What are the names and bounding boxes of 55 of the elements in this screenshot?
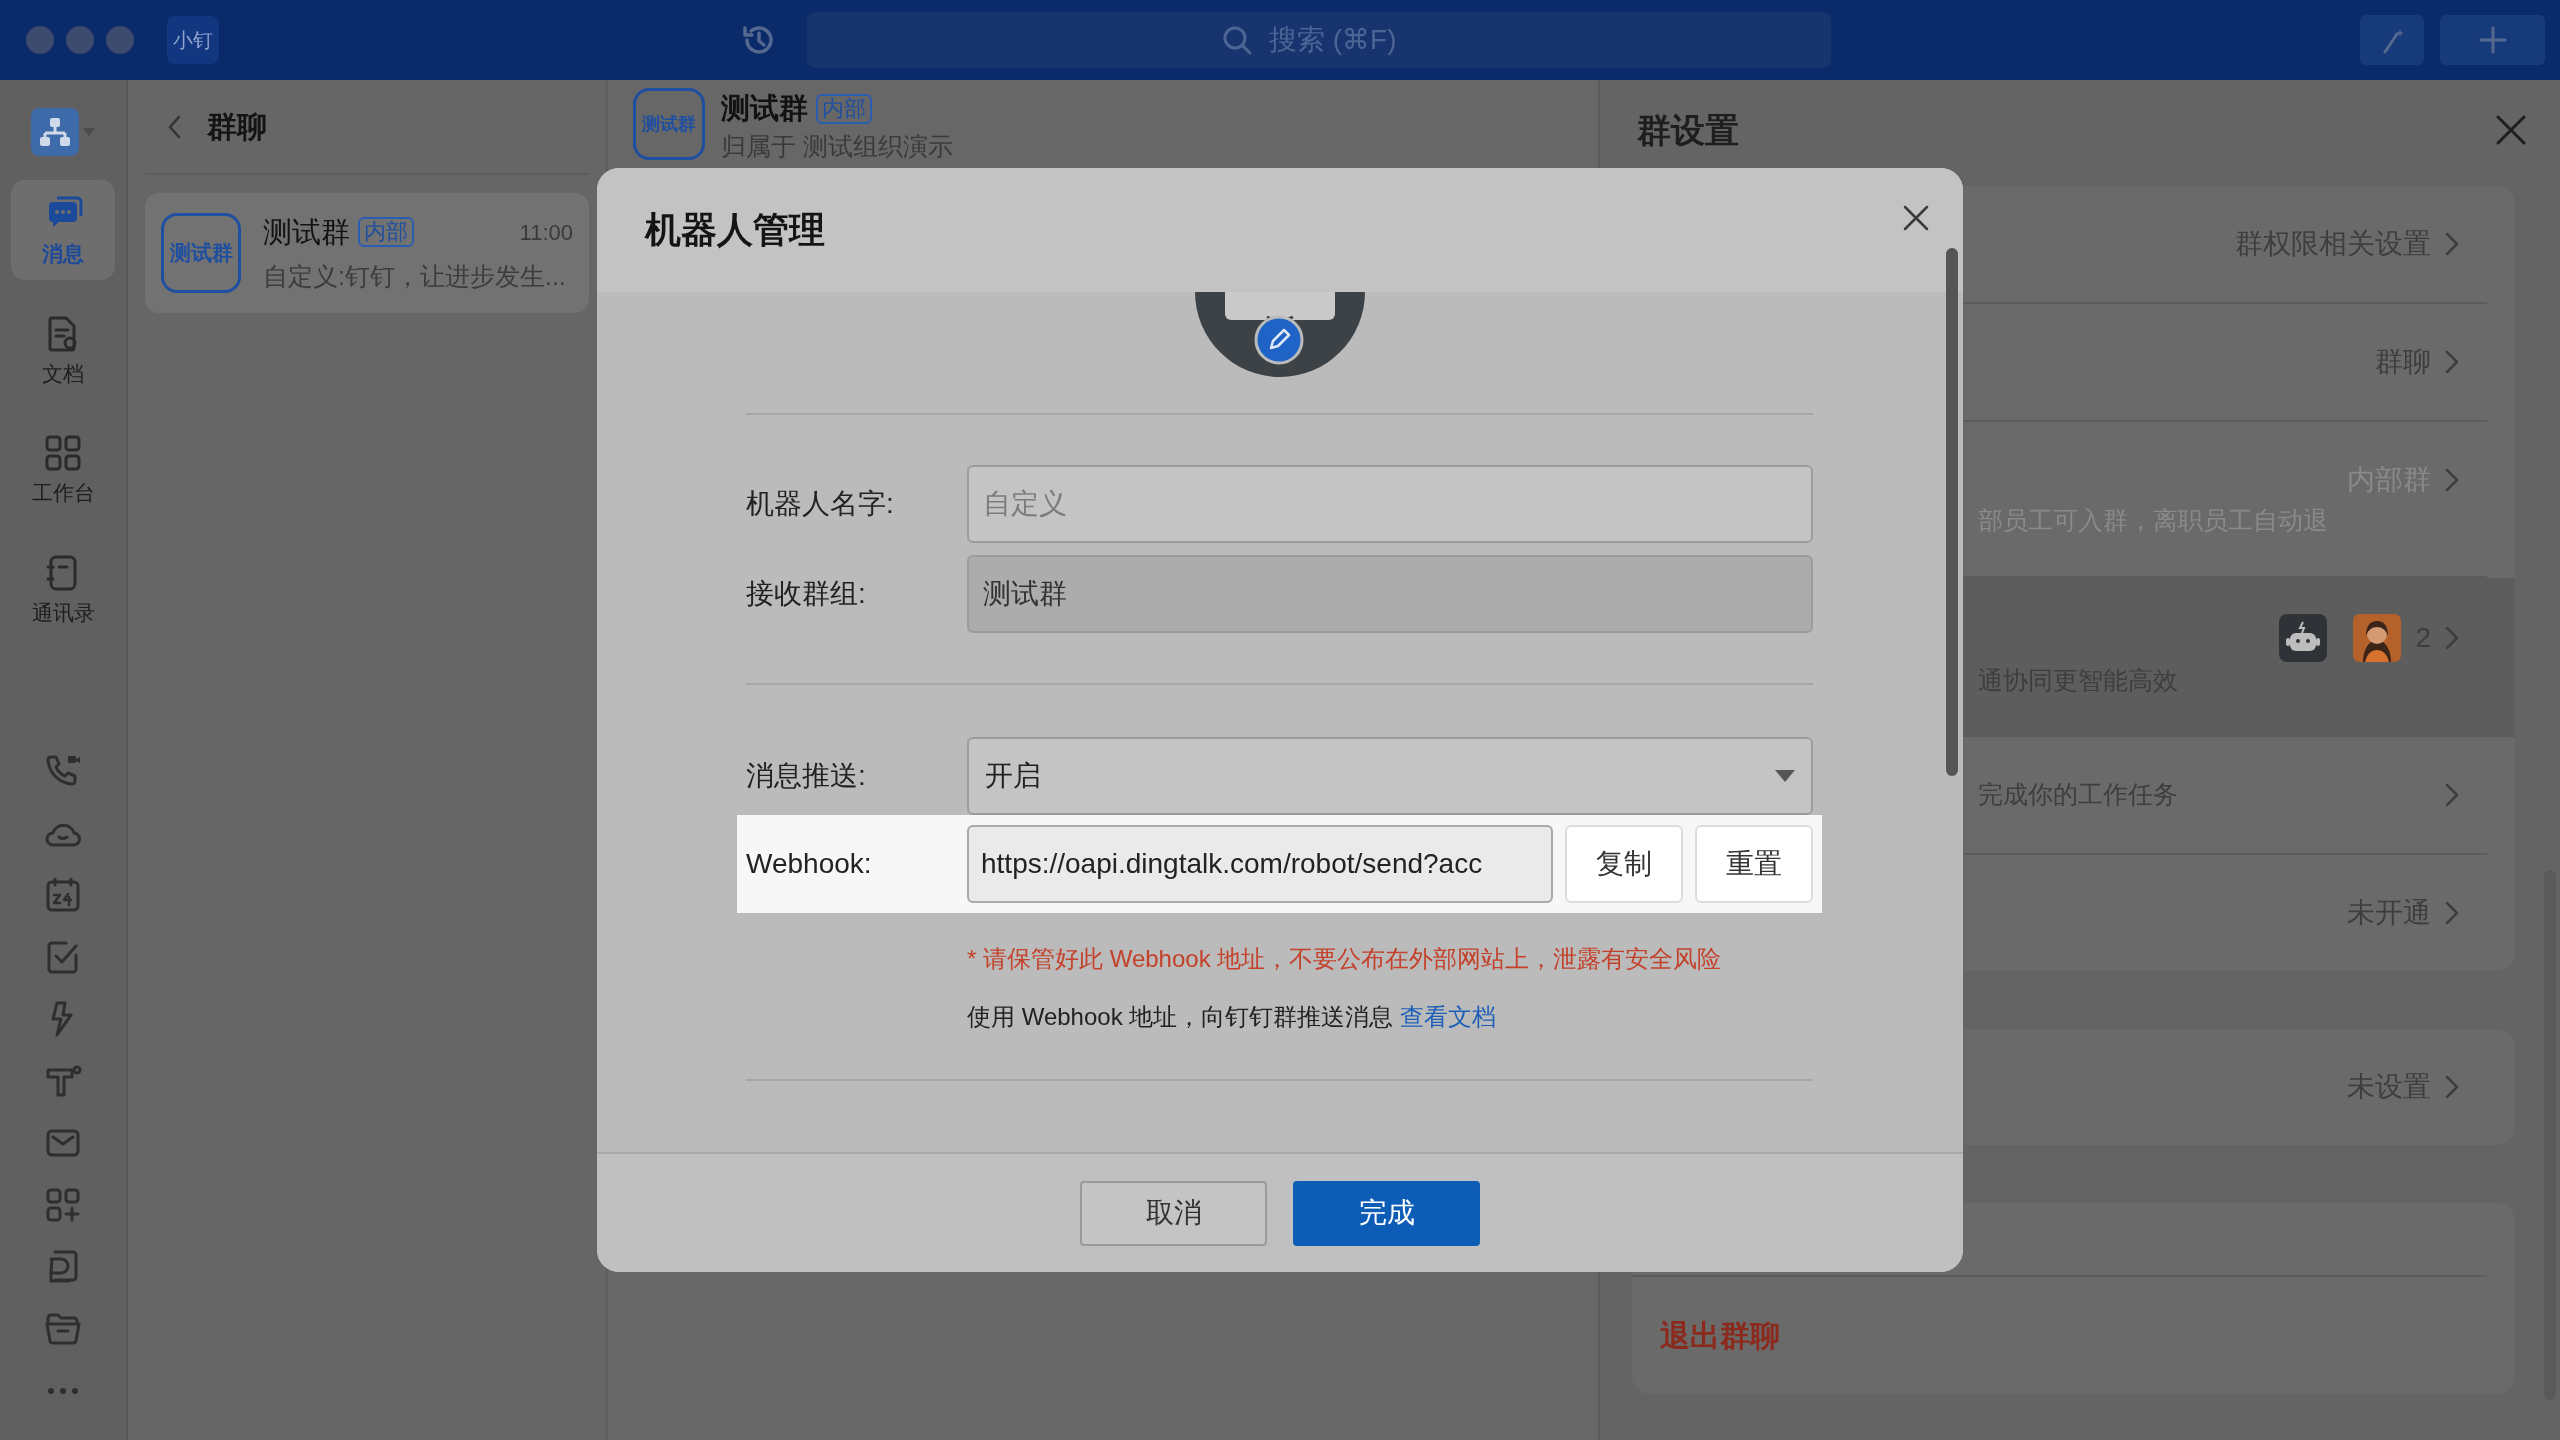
exit-link[interactable]: 退出群聊 xyxy=(1660,1319,1780,1352)
group-avatar: 测试群 xyxy=(161,213,241,293)
done-button[interactable]: 完成 xyxy=(1293,1180,1480,1246)
internal-tag: 内部 xyxy=(358,217,414,248)
action-button[interactable]: 复制 xyxy=(1565,825,1683,903)
nav-item[interactable]: 工作台 xyxy=(11,419,115,519)
nav-item[interactable]: 消息 xyxy=(11,180,115,280)
chevron-icon[interactable] xyxy=(2445,783,2459,807)
warning-text: * 请保管好此 Webhook 地址，不要公布在外部网站上，泄露有安全风险 xyxy=(967,944,1723,974)
list-title: 群聊 xyxy=(207,109,267,145)
chevron-icon[interactable] xyxy=(2445,901,2459,925)
nav-item[interactable]: 通讯录 xyxy=(11,538,115,638)
window-button[interactable] xyxy=(25,25,55,55)
dialog-title: 机器人管理 xyxy=(645,208,825,252)
field-label: Webhook: xyxy=(746,847,873,881)
chevron-icon[interactable] xyxy=(2445,350,2459,374)
chat-time: 11:00 xyxy=(519,218,573,247)
field-label: 消息推送: xyxy=(746,759,867,793)
wand-button[interactable] xyxy=(2360,15,2424,65)
nav-item[interactable]: 文档 xyxy=(11,299,115,399)
chevron-icon[interactable] xyxy=(2445,1075,2459,1099)
field-label: 接收群组: xyxy=(746,577,867,611)
settings-row[interactable]: 退出群聊 xyxy=(1632,1277,2487,1394)
org-chart-icon[interactable] xyxy=(31,108,79,156)
docs-link[interactable]: 查看文档 xyxy=(1399,1003,1496,1030)
back-icon[interactable] xyxy=(167,114,181,139)
grid-icon xyxy=(43,433,83,473)
action-button[interactable]: 重置 xyxy=(1695,825,1813,903)
window-button[interactable] xyxy=(65,25,95,55)
close-icon[interactable] xyxy=(2495,114,2527,146)
field-label: 机器人名字: xyxy=(746,487,895,521)
caret-icon xyxy=(1775,770,1795,782)
chevron-icon[interactable] xyxy=(2445,468,2459,492)
chevron-icon[interactable] xyxy=(2445,232,2459,256)
more-icon xyxy=(48,1388,78,1394)
chat-name: 测试群 xyxy=(263,214,350,250)
window-button[interactable] xyxy=(105,25,135,55)
edit-icon[interactable] xyxy=(1254,315,1304,365)
add-button[interactable] xyxy=(2440,15,2545,65)
group-avatar: 测试群 xyxy=(633,88,705,160)
cancel-button[interactable]: 取消 xyxy=(1080,1180,1267,1246)
text-field[interactable]: 自定义 xyxy=(967,465,1813,543)
internal-tag: 内部 xyxy=(816,93,872,125)
chat-title: 测试群 xyxy=(721,91,808,127)
webhook-field[interactable]: https://oapi.dingtalk.com/robot/send?acc xyxy=(967,825,1553,903)
scrollbar[interactable] xyxy=(1946,248,1958,776)
robot-icon xyxy=(2279,613,2328,662)
panel-title: 群设置 xyxy=(1637,109,1739,151)
note-text: 使用 Webhook 地址，向钉钉群推送消息 xyxy=(967,1003,1395,1030)
search-icon xyxy=(1221,24,1253,56)
chevron-icon[interactable] xyxy=(2445,625,2459,650)
dropdown[interactable]: 开启 xyxy=(967,737,1813,815)
close-icon[interactable] xyxy=(1903,205,1929,231)
app-button[interactable]: 小钉 xyxy=(167,16,219,64)
plus-icon xyxy=(2477,25,2508,55)
